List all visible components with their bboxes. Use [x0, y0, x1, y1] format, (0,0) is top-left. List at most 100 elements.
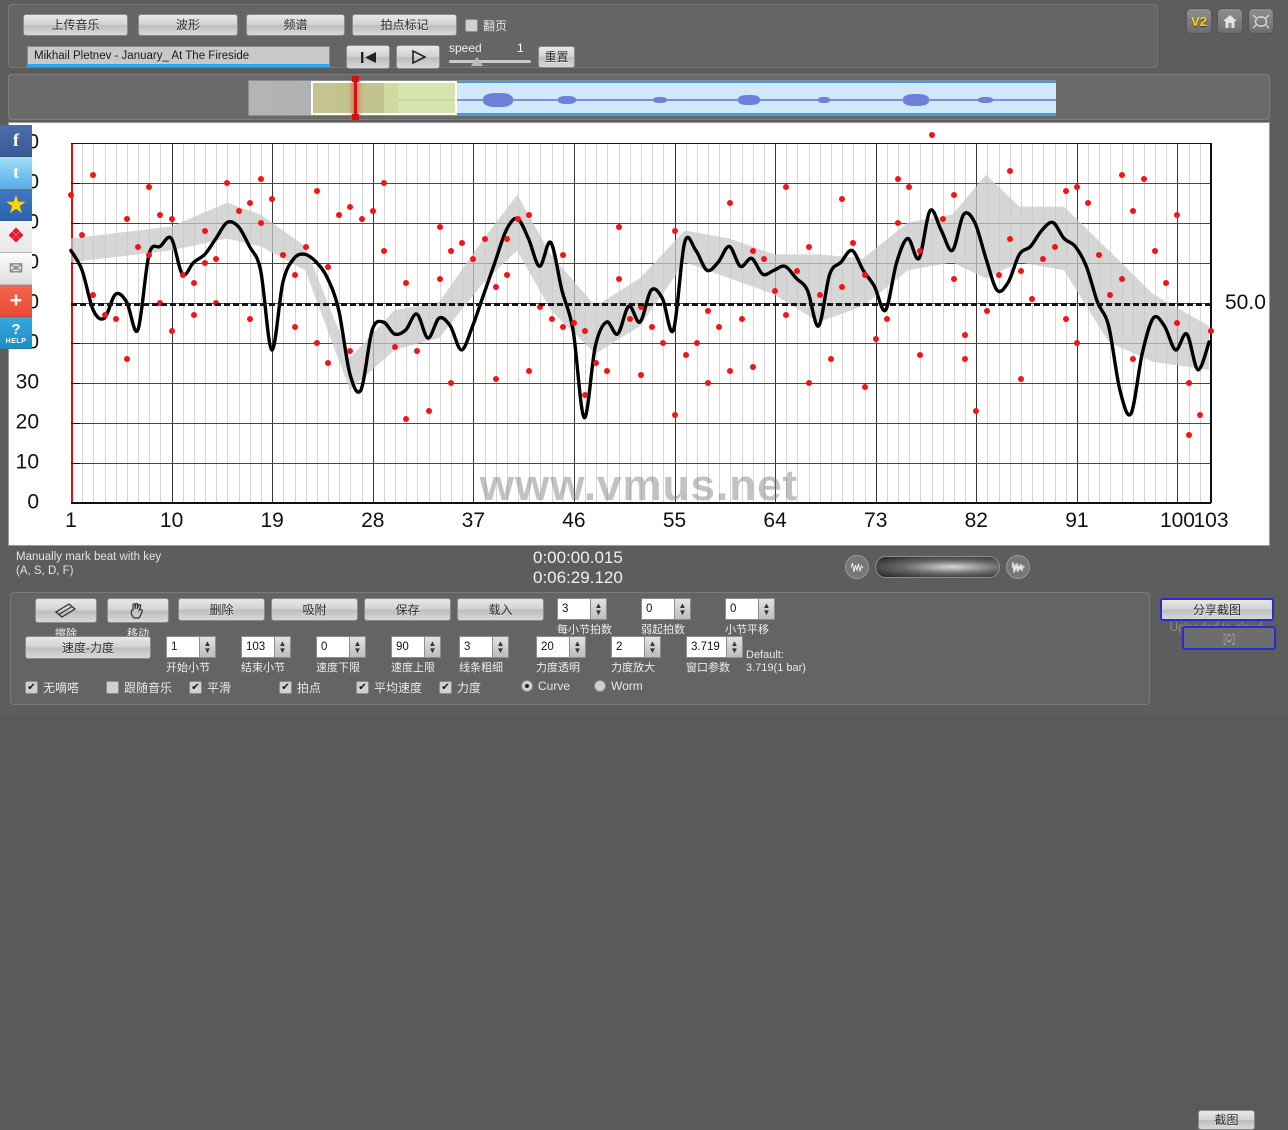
beat-dynamics-dot[interactable] [370, 208, 376, 214]
snapshot-button[interactable]: 截图 [1198, 1110, 1255, 1130]
spinner-down-arrow[interactable]: ▼ [429, 647, 437, 654]
spinner-beats-per-bar-input[interactable]: 3 [557, 598, 590, 620]
spinner-end-bar[interactable]: 103▲▼ [241, 636, 291, 658]
beat-dynamics-dot[interactable] [1063, 316, 1069, 322]
beat-dynamics-dot[interactable] [1174, 212, 1180, 218]
save-button[interactable]: 保存 [364, 598, 451, 621]
beat-dynamics-dot[interactable] [303, 244, 309, 250]
spinner-tempo-max-arrows[interactable]: ▲▼ [424, 636, 441, 658]
beat-dynamics-dot[interactable] [1130, 208, 1136, 214]
spinner-down-arrow[interactable]: ▼ [763, 609, 771, 616]
beat-dynamics-dot[interactable] [336, 212, 342, 218]
checkbox-smooth-box[interactable] [189, 681, 202, 694]
email-icon[interactable]: ✉ [0, 253, 32, 285]
beat-dynamics-dot[interactable] [403, 416, 409, 422]
more-share-icon[interactable]: + [0, 285, 32, 317]
beat-dynamics-dot[interactable] [1018, 268, 1024, 274]
volume-slider[interactable] [845, 554, 1030, 580]
spinner-dynamics-zoom-arrows[interactable]: ▲▼ [644, 636, 661, 658]
beat-dynamics-dot[interactable] [582, 392, 588, 398]
volume-slider-track[interactable] [875, 556, 1000, 578]
beat-dynamics-dot[interactable] [448, 380, 454, 386]
rewind-to-start-button[interactable] [346, 45, 390, 69]
beat-dynamics-dot[interactable] [1208, 328, 1214, 334]
beat-dynamics-dot[interactable] [459, 240, 465, 246]
beat-dynamics-dot[interactable] [862, 384, 868, 390]
playhead-marker[interactable] [354, 78, 357, 118]
beat-dynamics-dot[interactable] [68, 192, 74, 198]
beat-dynamics-dot[interactable] [1130, 356, 1136, 362]
beat-dynamics-dot[interactable] [381, 248, 387, 254]
beat-dynamics-dot[interactable] [839, 196, 845, 202]
beat-dynamics-dot[interactable] [437, 276, 443, 282]
beat-dynamics-dot[interactable] [750, 364, 756, 370]
beat-dynamics-dot[interactable] [1119, 276, 1125, 282]
beat-dynamics-dot[interactable] [1085, 200, 1091, 206]
spinner-tempo-max-input[interactable]: 90 [391, 636, 424, 658]
upload-music-button[interactable]: 上传音乐 [23, 14, 128, 36]
spinner-window-param-input[interactable]: 3.719 [686, 636, 726, 658]
help-icon[interactable]: ?HELP [0, 317, 32, 349]
spinner-dynamics-zoom[interactable]: 2▲▼ [611, 636, 661, 658]
load-button[interactable]: 载入 [457, 598, 544, 621]
weibo-icon[interactable]: ❖ [0, 221, 32, 253]
spinner-beats-per-bar-arrows[interactable]: ▲▼ [590, 598, 607, 620]
beat-dynamics-dot[interactable] [202, 228, 208, 234]
beat-dynamics-dot[interactable] [906, 184, 912, 190]
beat-dynamics-dot[interactable] [292, 272, 298, 278]
spinner-tempo-min-arrows[interactable]: ▲▼ [349, 636, 366, 658]
beat-dynamics-dot[interactable] [325, 360, 331, 366]
beat-dynamics-dot[interactable] [224, 180, 230, 186]
beat-dynamics-dot[interactable] [593, 360, 599, 366]
spinner-down-arrow[interactable]: ▼ [354, 647, 362, 654]
beat-dynamics-dot[interactable] [515, 216, 521, 222]
beat-dynamics-dot[interactable] [191, 280, 197, 286]
beat-dynamics-dot[interactable] [135, 244, 141, 250]
beat-dynamics-dot[interactable] [426, 408, 432, 414]
beat-dynamics-dot[interactable] [504, 236, 510, 242]
radio-worm[interactable]: Worm [594, 679, 643, 693]
beat-dynamics-dot[interactable] [381, 180, 387, 186]
beat-dynamics-dot[interactable] [560, 252, 566, 258]
beat-dynamics-dot[interactable] [482, 236, 488, 242]
spinner-down-arrow[interactable]: ▼ [497, 647, 505, 654]
beat-dynamics-dot[interactable] [739, 316, 745, 322]
spinner-down-arrow[interactable]: ▼ [279, 647, 287, 654]
beat-dynamics-dot[interactable] [269, 196, 275, 202]
cloud-link-button[interactable]: [0] [1182, 626, 1276, 650]
spinner-beats-per-bar[interactable]: 3▲▼ [557, 598, 607, 620]
beat-dynamics-dot[interactable] [504, 272, 510, 278]
song-title-field[interactable]: Mikhail Pletnev - January_ At The Firesi… [27, 46, 330, 67]
beat-dynamics-dot[interactable] [169, 328, 175, 334]
waveform-overview-strip[interactable] [8, 74, 1270, 120]
checkbox-beats-box[interactable] [279, 681, 292, 694]
fullscreen-button[interactable] [1248, 8, 1274, 34]
qzone-star-icon[interactable]: ★ [0, 189, 32, 221]
beat-dynamics-dot[interactable] [616, 224, 622, 230]
beat-dynamics-dot[interactable] [1040, 256, 1046, 262]
beat-dynamics-dot[interactable] [951, 276, 957, 282]
beat-dynamics-dot[interactable] [850, 240, 856, 246]
beat-dynamics-dot[interactable] [347, 204, 353, 210]
beat-dynamics-dot[interactable] [962, 332, 968, 338]
checkbox-no-tick-box[interactable] [25, 681, 38, 694]
spinner-bar-shift-arrows[interactable]: ▲▼ [758, 598, 775, 620]
beat-dynamics-dot[interactable] [672, 228, 678, 234]
beat-dynamics-dot[interactable] [403, 280, 409, 286]
spinner-tempo-max[interactable]: 90▲▼ [391, 636, 441, 658]
spinner-down-arrow[interactable]: ▼ [595, 609, 603, 616]
beat-dynamics-dot[interactable] [414, 348, 420, 354]
beat-dynamics-dot[interactable] [493, 284, 499, 290]
beat-dynamics-dot[interactable] [202, 260, 208, 266]
checkbox-follow-music-box[interactable] [106, 681, 119, 694]
spinner-line-width-arrows[interactable]: ▲▼ [492, 636, 509, 658]
speed-slider[interactable]: speed 1 [449, 41, 534, 71]
checkbox-beats[interactable]: 拍点 [279, 679, 321, 696]
beat-dynamics-dot[interactable] [314, 188, 320, 194]
beat-dynamics-dot[interactable] [359, 216, 365, 222]
home-button[interactable] [1217, 8, 1243, 34]
play-button[interactable] [396, 45, 440, 69]
beat-dynamics-dot[interactable] [1096, 252, 1102, 258]
beat-dynamics-dot[interactable] [996, 272, 1002, 278]
beat-dynamics-dot[interactable] [806, 380, 812, 386]
